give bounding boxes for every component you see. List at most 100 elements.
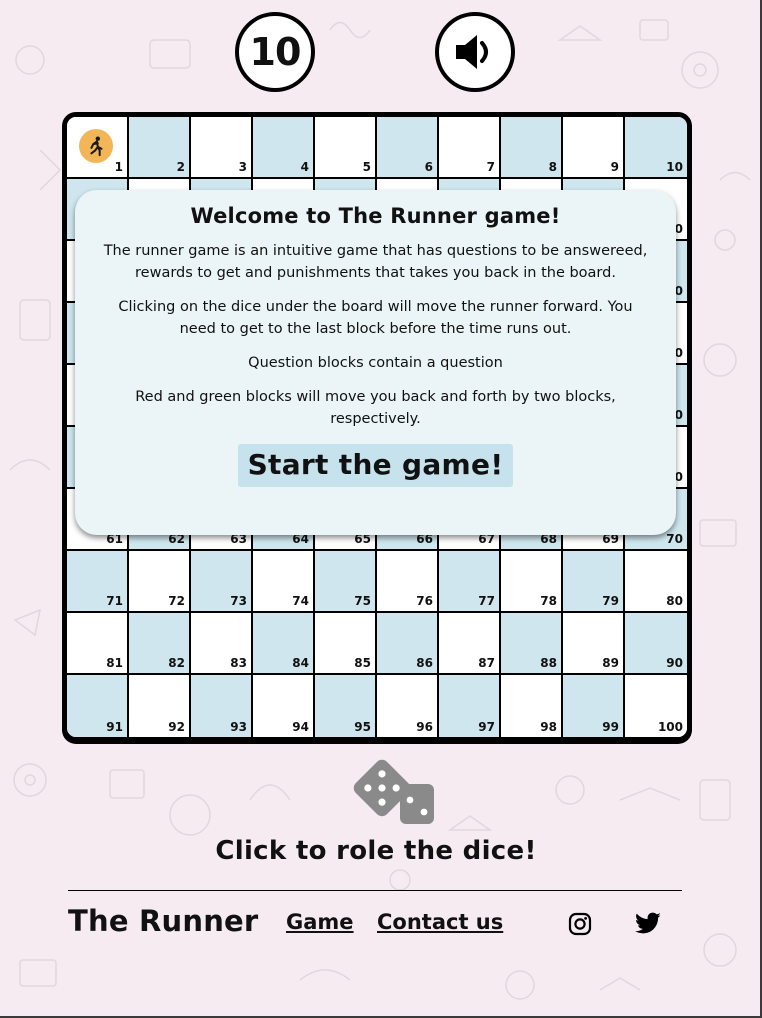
board-cell: 8 bbox=[501, 117, 563, 179]
footer-brand: The Runner bbox=[68, 904, 259, 938]
board-cell: 98 bbox=[501, 675, 563, 737]
cell-number: 1 bbox=[114, 160, 123, 174]
cell-number: 72 bbox=[168, 594, 185, 608]
cell-number: 96 bbox=[416, 720, 433, 734]
board-cell: 76 bbox=[377, 551, 439, 613]
cell-number: 93 bbox=[230, 720, 247, 734]
board-cell: 73 bbox=[191, 551, 253, 613]
cell-number: 89 bbox=[602, 656, 619, 670]
sound-toggle-button[interactable] bbox=[435, 12, 515, 92]
cell-number: 73 bbox=[230, 594, 247, 608]
board-cell: 81 bbox=[67, 613, 129, 675]
cell-number: 78 bbox=[540, 594, 557, 608]
cell-number: 81 bbox=[106, 656, 123, 670]
dice-caption: Click to role the dice! bbox=[215, 836, 537, 866]
footer-divider bbox=[68, 890, 682, 891]
twitter-link[interactable] bbox=[634, 910, 662, 938]
board-cell: 4 bbox=[253, 117, 315, 179]
cell-number: 87 bbox=[478, 656, 495, 670]
board-cell: 84 bbox=[253, 613, 315, 675]
modal-intro-text: The runner game is an intuitive game tha… bbox=[103, 243, 648, 281]
board-cell: 91 bbox=[67, 675, 129, 737]
cell-number: 92 bbox=[168, 720, 185, 734]
cell-number: 100 bbox=[657, 720, 683, 734]
cell-number: 74 bbox=[292, 594, 309, 608]
cell-number: 9 bbox=[610, 160, 619, 174]
cell-number: 77 bbox=[478, 594, 495, 608]
board-cell: 7 bbox=[439, 117, 501, 179]
board-cell: 79 bbox=[563, 551, 625, 613]
board-cell: 86 bbox=[377, 613, 439, 675]
nav-link-game[interactable]: Game bbox=[286, 910, 354, 934]
cell-number: 82 bbox=[168, 656, 185, 670]
timer-value: 10 bbox=[249, 30, 302, 74]
board-cell: 99 bbox=[563, 675, 625, 737]
cell-number: 6 bbox=[424, 160, 433, 174]
board-cell: 97 bbox=[439, 675, 501, 737]
cell-number: 99 bbox=[602, 720, 619, 734]
runner-icon bbox=[90, 136, 103, 157]
welcome-modal: Welcome to The Runner game! The runner g… bbox=[75, 190, 676, 535]
cell-number: 3 bbox=[238, 160, 247, 174]
modal-title: Welcome to The Runner game! bbox=[190, 204, 561, 228]
board-cell: 6 bbox=[377, 117, 439, 179]
speaker-icon bbox=[456, 35, 488, 69]
board-cell: 100 bbox=[625, 675, 687, 737]
board-cell: 88 bbox=[501, 613, 563, 675]
cell-number: 2 bbox=[176, 160, 185, 174]
board-cell: 74 bbox=[253, 551, 315, 613]
board-cell: 75 bbox=[315, 551, 377, 613]
board-cell: 77 bbox=[439, 551, 501, 613]
cell-number: 95 bbox=[354, 720, 371, 734]
board-cell: 71 bbox=[67, 551, 129, 613]
cell-number: 80 bbox=[666, 594, 683, 608]
cell-number: 88 bbox=[540, 656, 557, 670]
board-cell: 3 bbox=[191, 117, 253, 179]
cell-number: 90 bbox=[666, 656, 683, 670]
timer-display: 10 bbox=[235, 12, 315, 92]
runner-token bbox=[79, 129, 113, 163]
modal-dice-text: Clicking on the dice under the board wil… bbox=[118, 299, 633, 337]
cell-number: 70 bbox=[666, 532, 683, 546]
board-cell: 5 bbox=[315, 117, 377, 179]
cell-number: 98 bbox=[540, 720, 557, 734]
board-cell: 83 bbox=[191, 613, 253, 675]
modal-blocks-text: Red and green blocks will move you back … bbox=[135, 389, 616, 427]
cell-number: 76 bbox=[416, 594, 433, 608]
board-cell: 80 bbox=[625, 551, 687, 613]
cell-number: 4 bbox=[300, 160, 309, 174]
cell-number: 91 bbox=[106, 720, 123, 734]
board-cell: 9 bbox=[563, 117, 625, 179]
board-cell: 78 bbox=[501, 551, 563, 613]
board-cell: 95 bbox=[315, 675, 377, 737]
board-cell: 94 bbox=[253, 675, 315, 737]
board-cell: 92 bbox=[129, 675, 191, 737]
board-cell: 85 bbox=[315, 613, 377, 675]
cell-number: 97 bbox=[478, 720, 495, 734]
cell-number: 8 bbox=[548, 160, 557, 174]
cell-number: 84 bbox=[292, 656, 309, 670]
dice-icon[interactable] bbox=[350, 756, 440, 828]
board-cell: 72 bbox=[129, 551, 191, 613]
board-cell: 87 bbox=[439, 613, 501, 675]
cell-number: 86 bbox=[416, 656, 433, 670]
modal-question-text: Question blocks contain a question bbox=[248, 355, 503, 371]
board-cell: 2 bbox=[129, 117, 191, 179]
cell-number: 94 bbox=[292, 720, 309, 734]
board-cell: 90 bbox=[625, 613, 687, 675]
board-cell: 89 bbox=[563, 613, 625, 675]
nav-link-contact[interactable]: Contact us bbox=[377, 910, 503, 934]
board-cell: 10 bbox=[625, 117, 687, 179]
board-cell: 96 bbox=[377, 675, 439, 737]
cell-number: 71 bbox=[106, 594, 123, 608]
cell-number: 7 bbox=[486, 160, 495, 174]
board-cell: 93 bbox=[191, 675, 253, 737]
instagram-icon bbox=[568, 912, 592, 936]
twitter-icon bbox=[635, 912, 661, 934]
instagram-link[interactable] bbox=[566, 910, 594, 938]
cell-number: 85 bbox=[354, 656, 371, 670]
top-controls: 10 bbox=[0, 12, 762, 94]
cell-number: 10 bbox=[666, 160, 683, 174]
start-game-button[interactable]: Start the game! bbox=[237, 444, 514, 487]
cell-number: 79 bbox=[602, 594, 619, 608]
